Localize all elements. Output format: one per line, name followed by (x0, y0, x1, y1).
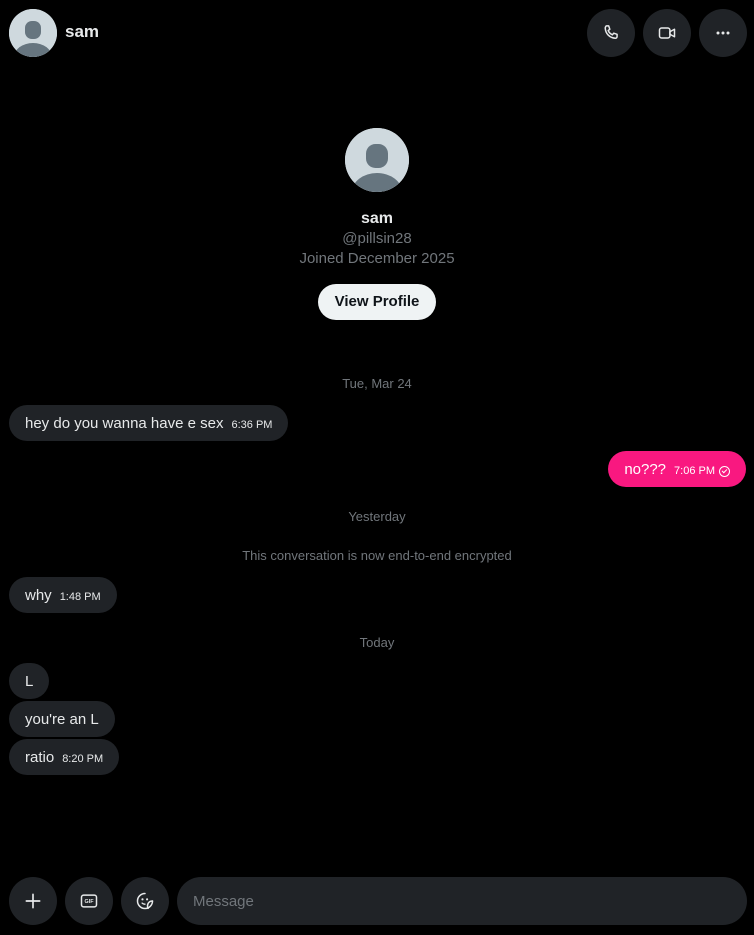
dm-conversation: sam sam @pillsin28 Joined December 2025 … (0, 0, 754, 935)
message-text: why (25, 586, 52, 604)
phone-icon (604, 25, 618, 39)
profile-summary: sam @pillsin28 Joined December 2025 View… (0, 128, 754, 320)
message-time: 7:06 PM (674, 465, 715, 477)
emoji-button[interactable] (121, 877, 169, 925)
message-text: hey do you wanna have e sex (25, 414, 224, 432)
encryption-notice: This conversation is now end-to-end encr… (242, 548, 512, 563)
emoji-icon (136, 892, 154, 910)
gif-icon: GIF (80, 894, 98, 908)
message-text: ratio (25, 748, 55, 766)
incoming-message[interactable]: you're an L (9, 701, 115, 737)
default-avatar-icon (9, 9, 57, 57)
default-avatar-icon (345, 128, 409, 192)
gif-label: GIF (84, 899, 94, 905)
message-text: you're an L (25, 710, 99, 728)
profile-name: sam (360, 210, 394, 227)
message-composer: GIF (0, 877, 754, 925)
message-text: L (25, 672, 34, 690)
gif-button[interactable]: GIF (65, 877, 113, 925)
more-options-button[interactable] (699, 9, 747, 57)
voice-call-button[interactable] (587, 9, 635, 57)
avatar[interactable] (9, 9, 57, 57)
incoming-message[interactable]: why 1:48 PM (9, 577, 117, 613)
plus-icon (25, 893, 41, 909)
incoming-message[interactable]: ratio 8:20 PM (9, 739, 120, 775)
more-icon (716, 31, 730, 35)
date-separator: Yesterday (348, 509, 406, 524)
view-profile-button[interactable]: View Profile (317, 284, 437, 320)
contact-name[interactable]: sam (65, 22, 99, 42)
seen-check-icon (719, 465, 730, 477)
profile-avatar[interactable] (345, 128, 409, 192)
profile-handle: @pillsin28 (342, 230, 412, 247)
message-time: 1:48 PM (59, 591, 101, 603)
message-time: 6:36 PM (231, 419, 273, 431)
video-call-button[interactable] (643, 9, 691, 57)
add-media-button[interactable] (9, 877, 57, 925)
message-input[interactable] (177, 877, 747, 925)
message-time: 8:20 PM (62, 753, 104, 765)
outgoing-message[interactable]: no??? 7:06 PM (608, 451, 746, 487)
incoming-message[interactable]: hey do you wanna have e sex 6:36 PM (9, 405, 289, 441)
date-separator: Tue, Mar 24 (342, 376, 412, 391)
profile-joined-date: Joined December 2025 (299, 250, 455, 267)
incoming-message[interactable]: L (9, 663, 50, 699)
video-icon (658, 27, 676, 39)
date-separator: Today (359, 635, 395, 650)
conversation-header: sam (0, 0, 754, 66)
message-text: no??? (624, 460, 667, 478)
